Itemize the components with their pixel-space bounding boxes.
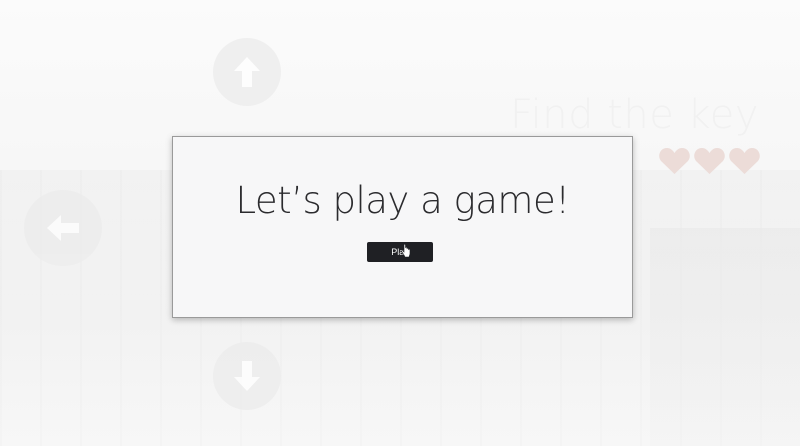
heart-icon [694,148,725,174]
move-left-button[interactable] [24,190,102,266]
background-panel [650,228,800,446]
hand-cursor-icon [401,244,411,258]
lives-indicator [658,146,761,176]
move-down-button[interactable] [213,342,281,410]
heart-icon [729,148,760,174]
move-up-button[interactable] [213,38,281,106]
arrow-up-icon [234,57,260,87]
heart-icon [659,148,690,174]
start-dialog: Let’s play a game! Play [172,136,633,318]
arrow-down-icon [234,361,260,391]
dialog-title: Let’s play a game! [235,179,570,222]
game-stage: Find the key Let’s play a game! Play [0,0,800,446]
arrow-left-icon [47,215,79,241]
play-button[interactable]: Play [367,242,433,262]
game-title: Find the key [510,92,760,138]
